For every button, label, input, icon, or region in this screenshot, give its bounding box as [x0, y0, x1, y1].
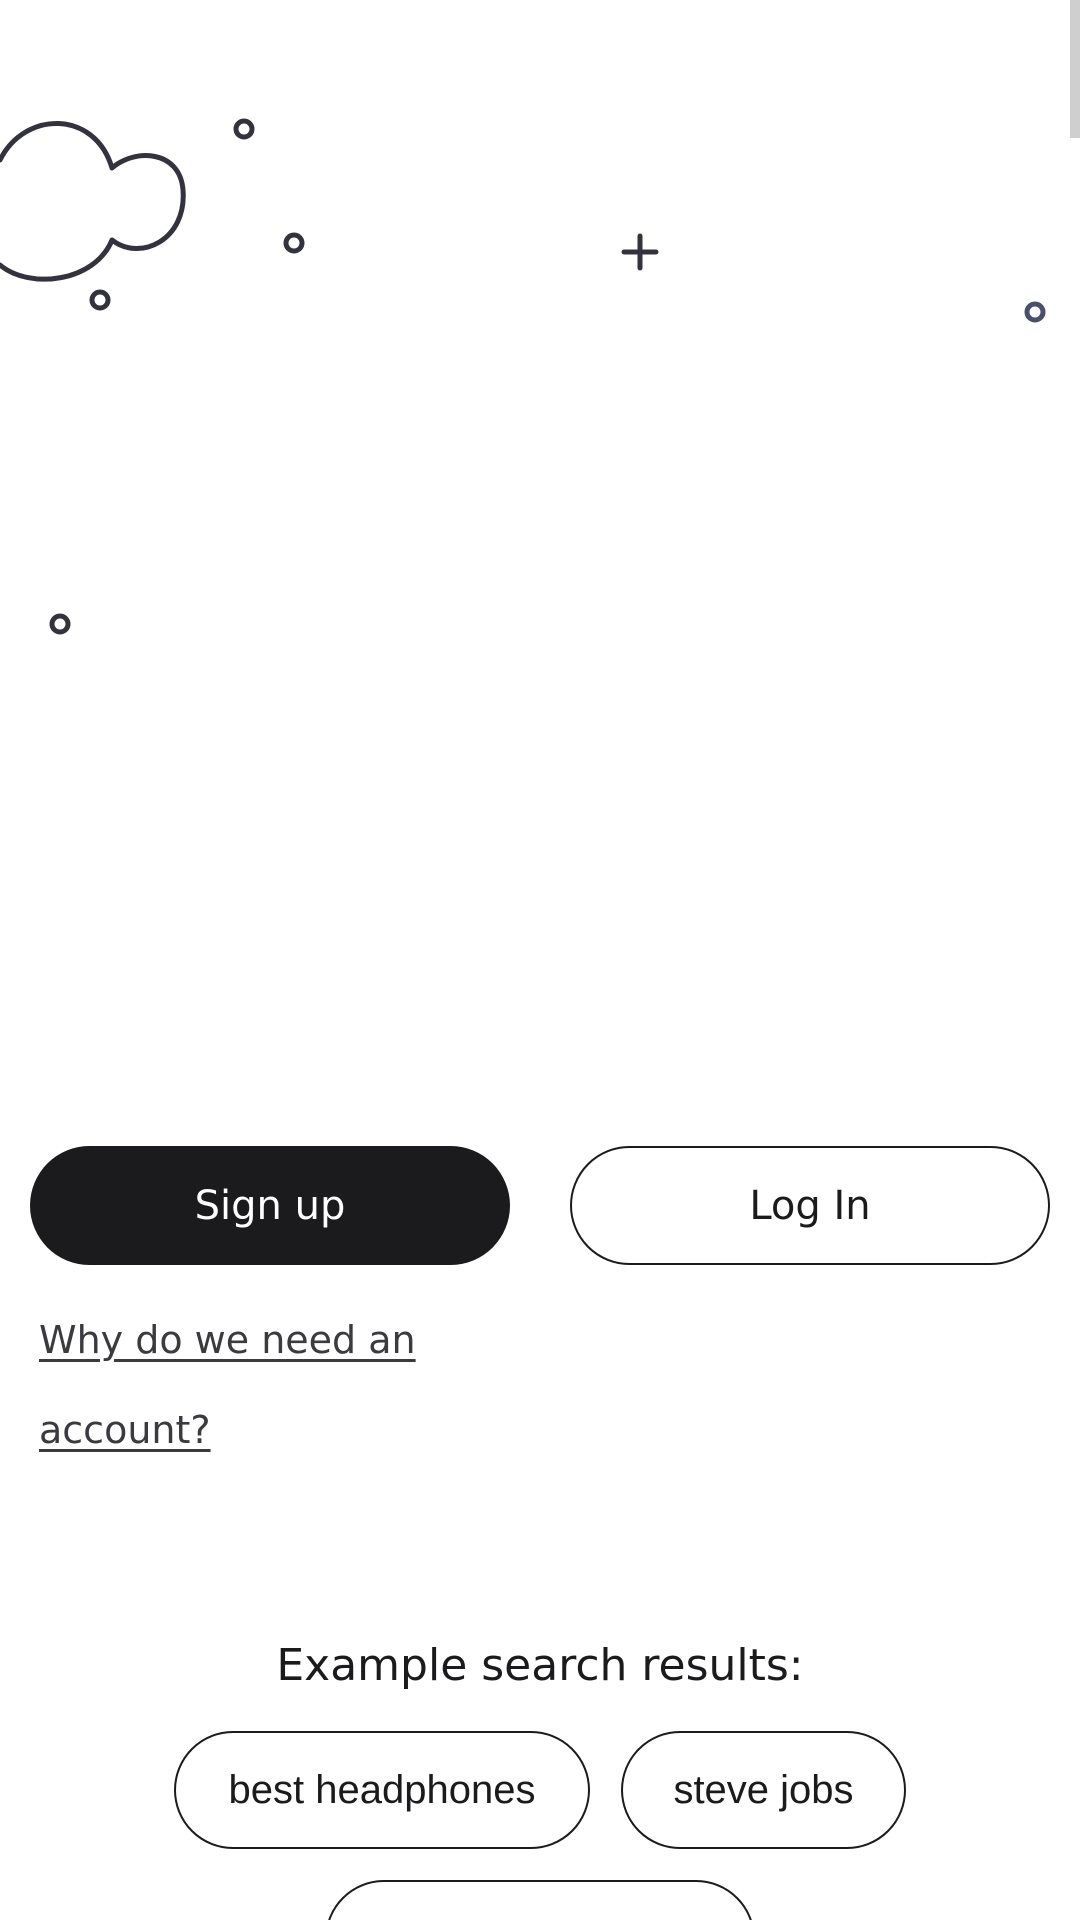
why-account-link[interactable]: Why do we need an account?: [39, 1295, 519, 1475]
scrollbar-thumb[interactable]: [1070, 0, 1080, 138]
cloud-icon: [0, 121, 186, 282]
circle-icon: [233, 118, 255, 140]
example-chip-best-headphones[interactable]: best headphones: [174, 1731, 590, 1849]
decorative-illustration: [0, 118, 1046, 635]
auth-buttons: Sign up Log In: [30, 1146, 1050, 1265]
examples-title: Example search results:: [276, 1640, 804, 1691]
circle-icon: [283, 232, 305, 254]
circle-icon: [89, 289, 111, 311]
circle-icon: [49, 613, 71, 635]
example-chip-third[interactable]: [325, 1880, 755, 1920]
login-button[interactable]: Log In: [570, 1146, 1050, 1265]
circle-icon: [1024, 301, 1046, 323]
plus-icon: [621, 233, 659, 271]
signup-button[interactable]: Sign up: [30, 1146, 510, 1265]
example-chip-steve-jobs[interactable]: steve jobs: [621, 1731, 906, 1849]
